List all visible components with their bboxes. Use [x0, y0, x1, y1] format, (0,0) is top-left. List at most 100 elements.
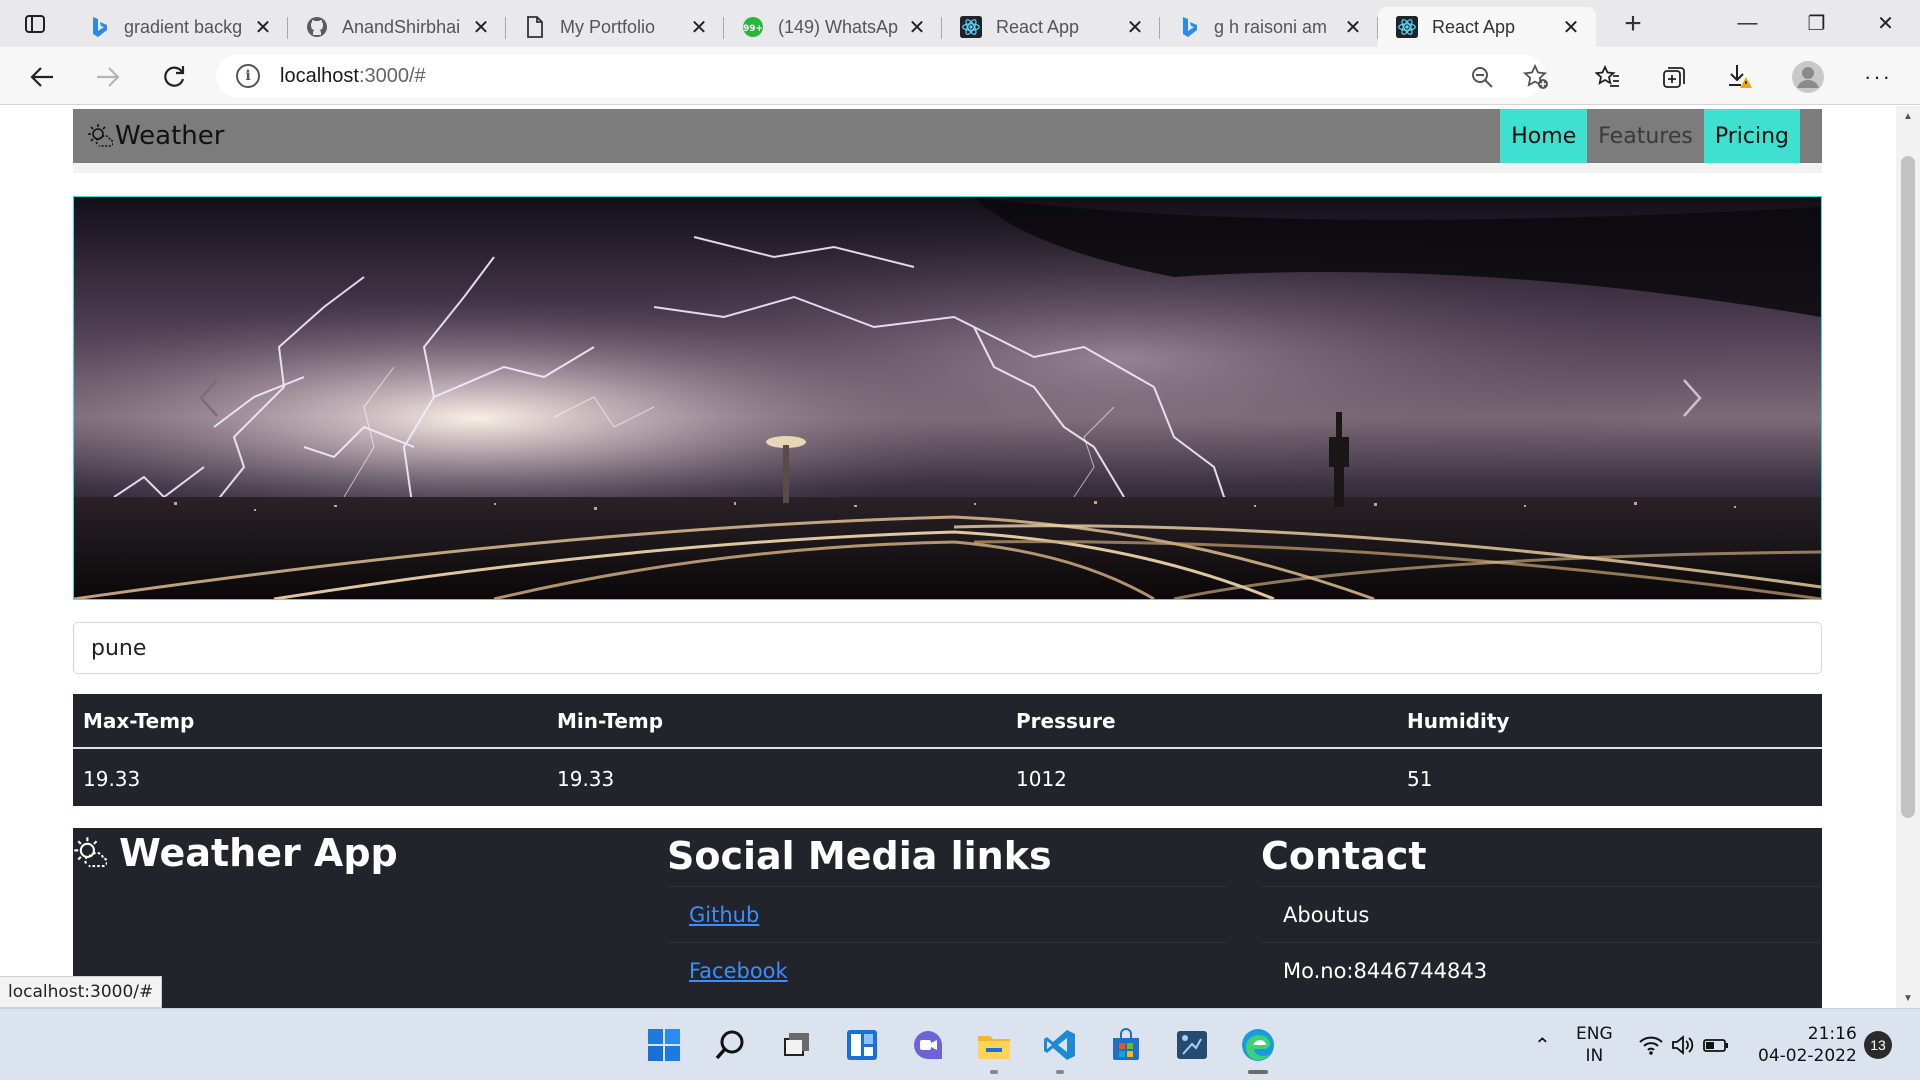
list-item: Facebook [667, 942, 1227, 998]
widgets-button[interactable] [838, 1021, 886, 1069]
close-tab-icon[interactable]: ✕ [470, 15, 492, 40]
close-window-button[interactable]: ✕ [1851, 0, 1920, 47]
zoom-out-icon [1472, 67, 1493, 88]
minimize-button[interactable]: — [1713, 0, 1782, 47]
show-hidden-icons-button[interactable]: ⌃ [1534, 1009, 1551, 1080]
tab-actions-icon [25, 14, 45, 33]
back-button[interactable] [22, 57, 62, 97]
close-tab-icon[interactable]: ✕ [1342, 15, 1364, 40]
nav-link-features[interactable]: Features [1587, 109, 1704, 163]
weather-table: Max-Temp Min-Temp Pressure Humidity 19.3… [73, 694, 1822, 806]
status-url-tooltip: localhost:3000/# [0, 976, 163, 1008]
bing-icon [88, 16, 110, 38]
close-tab-icon[interactable]: ✕ [1124, 15, 1146, 40]
nav-link-home[interactable]: Home [1500, 109, 1588, 163]
tab-title: (149) WhatsAp [778, 16, 899, 37]
browser-tab[interactable]: My Portfolio ✕ [506, 7, 724, 47]
brand-text: Weather [115, 121, 225, 151]
browser-tab[interactable]: gradient backg ✕ [70, 7, 288, 47]
forward-button[interactable] [88, 57, 128, 97]
vscode-button[interactable] [1036, 1021, 1084, 1074]
browser-tab[interactable]: React App ✕ [942, 7, 1160, 47]
language-indicator[interactable]: ENG IN [1576, 1009, 1613, 1080]
scroll-up-arrow-icon[interactable]: ▲ [1896, 106, 1920, 126]
windows-start-icon [648, 1029, 680, 1061]
new-tab-button[interactable]: + [1608, 4, 1658, 44]
file-explorer-button[interactable] [970, 1021, 1018, 1074]
contact-heading: Contact [1261, 834, 1427, 878]
list-item: Mo.no:8446744843 [1261, 942, 1821, 998]
scroll-down-arrow-icon[interactable]: ▼ [1896, 988, 1920, 1008]
github-icon [306, 16, 328, 38]
notification-badge[interactable]: 13 [1864, 1031, 1892, 1059]
edge-browser-button[interactable] [1234, 1021, 1282, 1074]
whatsapp-icon: 99+ [742, 16, 764, 38]
github-link[interactable]: Github [689, 903, 759, 927]
refresh-icon [164, 66, 185, 87]
carousel-prev-button[interactable] [184, 373, 234, 423]
close-tab-icon[interactable]: ✕ [252, 15, 274, 40]
snipping-tool-button[interactable] [1168, 1021, 1216, 1069]
facebook-link[interactable]: Facebook [689, 959, 788, 983]
download-warning-icon [1729, 65, 1752, 88]
microsoft-store-button[interactable] [1102, 1021, 1150, 1069]
cell-humidity: 51 [1407, 766, 1433, 791]
close-tab-icon[interactable]: ✕ [1560, 15, 1582, 40]
zoom-button[interactable] [1462, 57, 1502, 97]
carousel-next-button[interactable] [1667, 373, 1717, 423]
browser-tab[interactable]: 99+ (149) WhatsAp ✕ [724, 7, 942, 47]
city-search-input[interactable]: pune [73, 622, 1822, 674]
back-arrow-icon [30, 67, 53, 87]
browser-tab[interactable]: React App ✕ [1378, 7, 1596, 47]
browser-tab[interactable]: g h raisoni am ✕ [1160, 7, 1378, 47]
profile-button[interactable] [1788, 57, 1828, 97]
downloads-button[interactable] [1720, 57, 1760, 97]
restore-button[interactable]: ❐ [1782, 0, 1851, 47]
weather-app-logo-icon [74, 837, 107, 868]
collections-button[interactable] [1654, 57, 1694, 97]
header-humidity: Humidity [1407, 708, 1510, 733]
collections-icon [1663, 67, 1685, 88]
settings-menu-button[interactable]: ··· [1858, 57, 1898, 97]
favorites-button[interactable] [1588, 57, 1628, 97]
volume-icon [1672, 1035, 1694, 1055]
close-tab-icon[interactable]: ✕ [688, 15, 710, 40]
add-favorite-button[interactable] [1516, 57, 1556, 97]
teams-chat-button[interactable] [904, 1021, 952, 1069]
navbar: Weather Home Features Pricing [73, 109, 1822, 163]
clock[interactable]: 21:16 04-02-2022 [1758, 1009, 1857, 1080]
system-status-button[interactable] [1638, 1009, 1730, 1080]
tab-actions-button[interactable] [0, 0, 70, 47]
react-icon [960, 16, 982, 38]
tab-title: React App [996, 16, 1080, 37]
header-min-temp: Min-Temp [557, 708, 664, 733]
site-info-icon[interactable]: i [236, 64, 260, 88]
nav-link-pricing[interactable]: Pricing [1703, 109, 1800, 163]
table-row: 19.33 19.33 1012 51 [73, 751, 1822, 806]
contact-list: Aboutus Mo.no:8446744843 [1261, 886, 1821, 998]
browser-tab-strip: gradient backg ✕ AnandShirbhai ✕ My Portfoli… [0, 0, 1920, 47]
language-code: ENG [1576, 1024, 1613, 1044]
browser-tab[interactable]: AnandShirbhai ✕ [288, 7, 506, 47]
close-icon: ✕ [1877, 13, 1894, 35]
page-scrollbar[interactable]: ▲ ▼ [1896, 106, 1920, 1008]
clock-date: 04-02-2022 [1758, 1046, 1857, 1066]
windows-taskbar: ⌃ ENG IN 21:16 04-02-2022 13 [0, 1008, 1920, 1080]
footer-brand: Weather App [73, 828, 398, 878]
windows-start-button[interactable] [640, 1021, 688, 1069]
scrollbar-thumb[interactable] [1901, 156, 1915, 818]
wifi-icon [1639, 1036, 1663, 1055]
task-view-button[interactable] [772, 1021, 820, 1069]
react-icon [1396, 16, 1418, 38]
taskbar-search-button[interactable] [706, 1021, 754, 1069]
file-explorer-icon [978, 1036, 1010, 1059]
favorites-icon [1595, 64, 1619, 87]
refresh-button[interactable] [154, 57, 194, 97]
phone-text: Mo.no:8446744843 [1283, 958, 1488, 983]
navbar-brand[interactable]: Weather [73, 121, 224, 151]
contact-column: Contact [1261, 828, 1427, 884]
avatar-icon [1792, 61, 1824, 93]
close-tab-icon[interactable]: ✕ [906, 15, 928, 40]
address-bar[interactable]: i localhost:3000/# [216, 55, 1546, 97]
list-item: Aboutus [1261, 886, 1821, 942]
